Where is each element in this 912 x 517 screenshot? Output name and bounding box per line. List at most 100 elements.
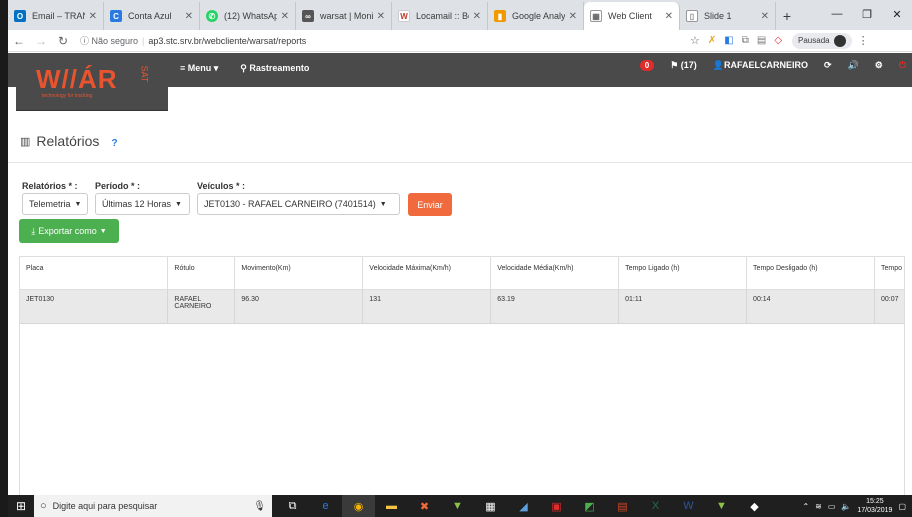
column-header[interactable]: Tempo Ligado (h): [618, 257, 748, 290]
table-cell: 96.30: [234, 289, 364, 324]
browser-tab[interactable]: ✆ (12) WhatsApp ✕: [200, 2, 296, 30]
browser-tab[interactable]: C Conta Azul ✕: [104, 2, 200, 30]
extension-icon[interactable]: ▤: [757, 35, 766, 46]
tracking-link[interactable]: ⚲ Rastreamento: [240, 63, 309, 74]
extension-icon[interactable]: ✗: [708, 35, 716, 46]
export-button[interactable]: ⤓ Exportar como ▼: [19, 219, 119, 243]
file-explorer-icon[interactable]: ▬: [375, 495, 408, 517]
chevron-up-icon[interactable]: ⌃: [802, 502, 809, 511]
browser-tab[interactable]: ▮ Google Analyt ✕: [488, 2, 584, 30]
period-select[interactable]: Últimas 12 Horas ▼: [95, 193, 190, 215]
close-icon[interactable]: ✕: [761, 11, 769, 22]
search-placeholder: Digite aqui para pesquisar: [52, 501, 158, 511]
browser-tab[interactable]: O Email – TRANS ✕: [8, 2, 104, 30]
tab-strip: O Email – TRANS ✕ C Conta Azul ✕ ✆ (12) Whats…: [8, 0, 912, 30]
extension-icon[interactable]: ◇: [774, 35, 782, 46]
powerpoint-icon[interactable]: ▤: [606, 495, 639, 517]
tab-label: Slide 1: [704, 11, 732, 21]
url-text[interactable]: ap3.stc.srv.br/webcliente/warsat/reports: [148, 36, 306, 46]
windows-taskbar: ⊞ ○ Digite aqui para pesquisar 🎙 ⧉ e ◉ ▬…: [8, 495, 912, 517]
flag-icon: ⚑: [670, 60, 681, 70]
forward-icon[interactable]: →: [30, 34, 52, 48]
column-header[interactable]: Tempo: [874, 257, 904, 290]
wifi-icon[interactable]: ≋: [815, 502, 822, 511]
search-circle-icon: ○: [40, 500, 47, 512]
browser-tab[interactable]: W Locamail :: Be ✕: [392, 2, 488, 30]
send-button[interactable]: Enviar: [408, 193, 452, 216]
app-icon[interactable]: ✖: [408, 495, 441, 517]
power-icon[interactable]: ⏻: [899, 60, 906, 71]
app-icon[interactable]: ▼: [705, 495, 738, 517]
period-label: Período * :: [95, 181, 141, 191]
new-tab-button[interactable]: +: [776, 2, 798, 30]
bookmark-star-icon[interactable]: ☆: [690, 34, 700, 47]
task-view-icon[interactable]: ⧉: [276, 495, 309, 517]
edge-icon[interactable]: e: [309, 495, 342, 517]
user-menu[interactable]: 👤RAFAELCARNEIRO: [713, 60, 808, 71]
battery-icon[interactable]: ▭: [828, 502, 836, 511]
taskbar-search[interactable]: ○ Digite aqui para pesquisar 🎙: [34, 495, 272, 517]
refresh-icon[interactable]: ⟳: [824, 60, 832, 71]
close-window-icon[interactable]: ✕: [882, 0, 912, 28]
microphone-icon[interactable]: 🎙: [253, 501, 266, 512]
word-icon[interactable]: W: [672, 495, 705, 517]
security-label[interactable]: ⓘ Não seguro: [80, 34, 138, 47]
table-row[interactable]: JET0130 RAFAEL CARNEIRO 96.30 131 63.19 …: [20, 289, 904, 324]
column-header[interactable]: Rótulo: [167, 257, 236, 290]
vehicle-select[interactable]: JET0130 - RAFAEL CARNEIRO (7401514) ▼: [197, 193, 400, 215]
notifications-icon[interactable]: ▢: [898, 502, 906, 511]
flag-notifications[interactable]: ⚑ (17): [670, 60, 697, 71]
browser-tab-active[interactable]: ▦ Web Client ✕: [584, 2, 680, 30]
sound-icon[interactable]: 🔊: [848, 60, 859, 71]
back-icon[interactable]: ←: [8, 34, 30, 48]
warsat-logo[interactable]: W//ÁR SAT technology for tracking: [16, 53, 168, 111]
column-header[interactable]: Placa: [20, 257, 169, 290]
minimize-icon[interactable]: —: [822, 0, 852, 28]
profile-button[interactable]: Pausada: [792, 32, 852, 49]
app-icon[interactable]: ▣: [540, 495, 573, 517]
app-icon[interactable]: ▼: [441, 495, 474, 517]
settings-icon[interactable]: ⚙: [875, 60, 883, 71]
close-icon[interactable]: ✕: [665, 11, 673, 22]
app-icon[interactable]: ◆: [738, 495, 771, 517]
restore-icon[interactable]: ❐: [852, 0, 882, 28]
app-icon[interactable]: ◢: [507, 495, 540, 517]
extension-icon[interactable]: ⧉: [742, 35, 749, 46]
alert-badge[interactable]: 0: [639, 60, 655, 71]
column-header[interactable]: Tempo Desligado (h): [746, 257, 875, 290]
column-header[interactable]: Velocidade Média(Km/h): [490, 257, 620, 290]
volume-icon[interactable]: 🔈: [841, 502, 851, 511]
calculator-icon[interactable]: ▦: [474, 495, 507, 517]
windows-start-icon[interactable]: ⊞: [8, 499, 34, 513]
report-select[interactable]: Telemetria ▼: [22, 193, 88, 215]
link-icon: ∞: [302, 10, 314, 22]
taskbar-apps: ⧉ e ◉ ▬ ✖ ▼ ▦ ◢ ▣ ◩ ▤ X W ▼ ◆: [276, 495, 771, 517]
flag-count: (17): [680, 60, 697, 70]
export-label: Exportar como: [38, 226, 97, 236]
excel-icon[interactable]: X: [639, 495, 672, 517]
clock[interactable]: 15:25 17/03/2019: [857, 497, 892, 515]
extension-icon[interactable]: ◧: [724, 35, 733, 46]
browser-tab[interactable]: ∞ warsat | Moni ✕: [296, 2, 392, 30]
close-icon[interactable]: ✕: [89, 11, 97, 22]
menu-kebab-icon[interactable]: ⋮: [858, 34, 869, 47]
close-icon[interactable]: ✕: [185, 11, 193, 22]
column-header[interactable]: Movimento(Km): [234, 257, 364, 290]
column-header[interactable]: Velocidade Máxima(Km/h): [362, 257, 492, 290]
reload-icon[interactable]: ↻: [52, 34, 74, 48]
nav-items: ≡ Menu ▾ ⚲ Rastreamento: [180, 63, 309, 74]
close-icon[interactable]: ✕: [569, 11, 577, 22]
browser-tab[interactable]: ▯ Slide 1 ✕: [680, 2, 776, 30]
download-icon: ⤓: [31, 225, 36, 236]
tab-label: Email – TRANS: [32, 11, 85, 21]
close-icon[interactable]: ✕: [473, 11, 481, 22]
menu-dropdown[interactable]: ≡ Menu ▾: [180, 63, 218, 74]
table-cell: 01:11: [618, 289, 748, 324]
close-icon[interactable]: ✕: [377, 11, 385, 22]
omnibox[interactable]: ⓘ Não seguro | ap3.stc.srv.br/webcliente…: [80, 34, 690, 47]
caret-down-icon: ▼: [99, 227, 107, 235]
chrome-icon[interactable]: ◉: [342, 495, 375, 517]
help-icon[interactable]: ?: [111, 138, 117, 149]
app-icon[interactable]: ◩: [573, 495, 606, 517]
close-icon[interactable]: ✕: [281, 11, 289, 22]
